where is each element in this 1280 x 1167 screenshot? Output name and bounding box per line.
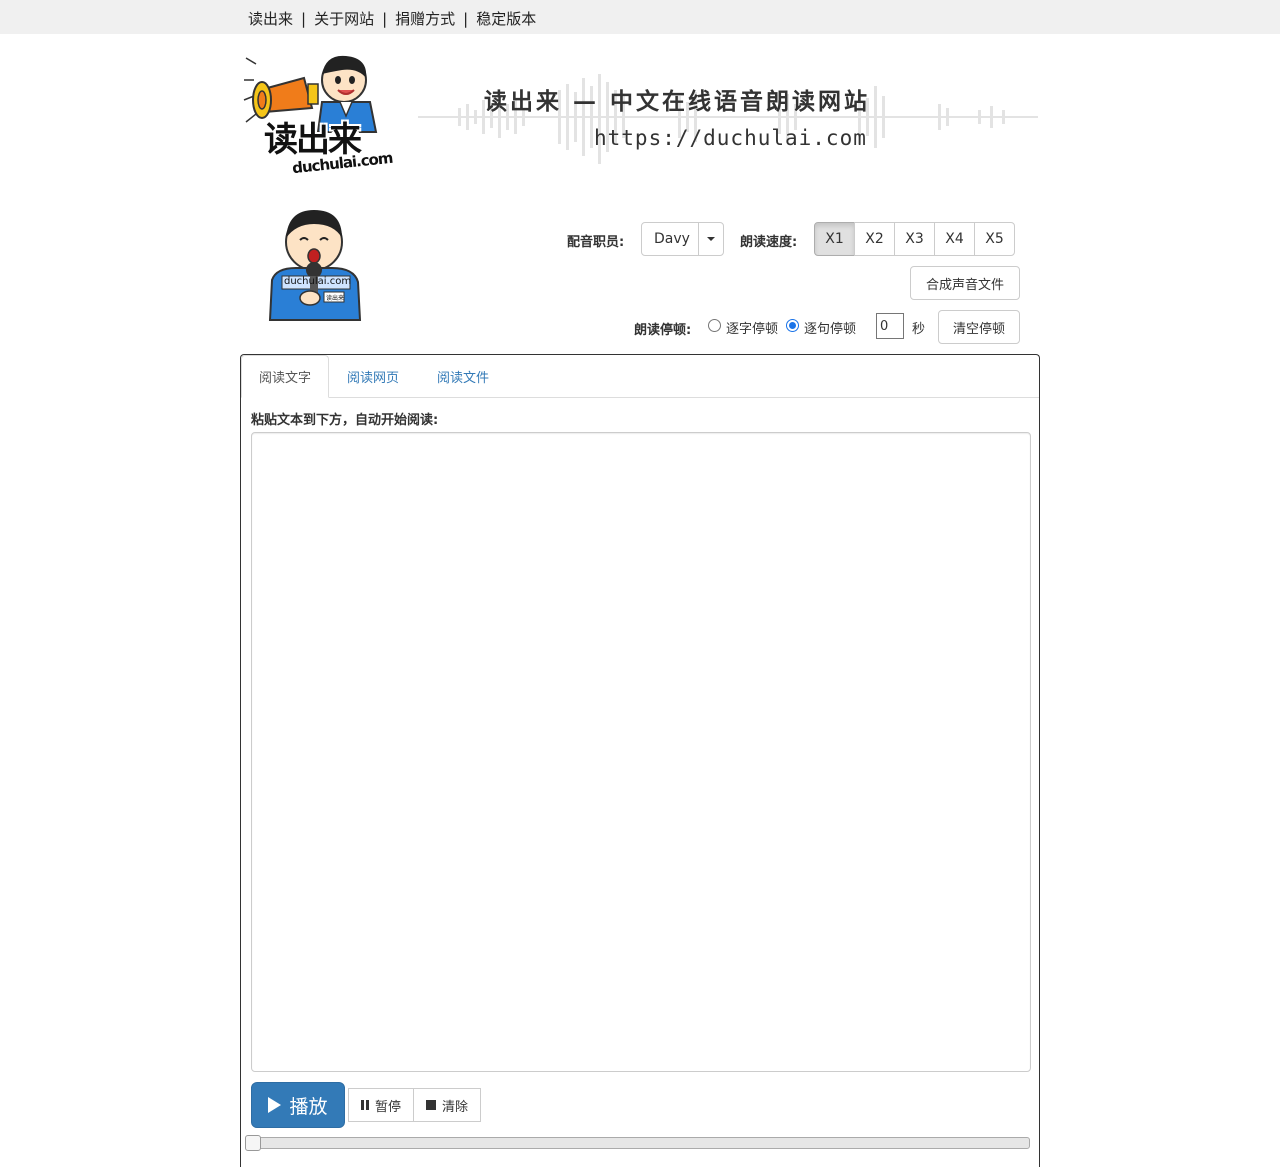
tab-read-file[interactable]: 阅读文件 — [437, 355, 489, 398]
progress-slider-handle[interactable] — [245, 1135, 261, 1151]
clear-pause-button[interactable]: 清空停顿 — [938, 310, 1020, 344]
text-input-area[interactable] — [251, 432, 1031, 1072]
synthesize-audio-button[interactable]: 合成声音文件 — [910, 266, 1020, 300]
caret-down-icon — [707, 237, 715, 241]
site-logo[interactable]: 读出来 duchulai.com — [242, 50, 393, 180]
banner-url: https://duchulai.com — [594, 126, 867, 150]
pause-per-char-label: 逐字停顿 — [726, 322, 779, 337]
nav-separator: | — [382, 10, 388, 28]
nav-item-home[interactable]: 读出来 — [248, 10, 293, 28]
speed-button-x2[interactable]: X2 — [854, 222, 895, 256]
reporter-card-text: 读出来 — [326, 295, 345, 302]
speed-button-x4[interactable]: X4 — [934, 222, 975, 256]
reporter-avatar: duchulai.com 读出来 — [266, 206, 364, 324]
pause-per-sentence-label: 逐句停顿 — [804, 322, 857, 337]
voice-label: 配音职员: — [567, 235, 625, 250]
nav-separator: | — [463, 10, 469, 28]
voice-selected-value: Davy — [654, 231, 690, 247]
speed-button-group: X1 X2 X3 X4 X5 — [814, 222, 1015, 256]
stop-icon — [426, 1100, 437, 1110]
reporter-mascot-icon — [268, 210, 362, 321]
nav-item-stable-version[interactable]: 稳定版本 — [476, 10, 536, 28]
top-nav-links: 读出来 | 关于网站 | 捐赠方式 | 稳定版本 — [248, 8, 536, 29]
pause-per-char-radio[interactable] — [708, 319, 721, 332]
nav-item-donate[interactable]: 捐赠方式 — [395, 10, 455, 28]
pause-seconds-input[interactable] — [876, 313, 904, 339]
top-nav: 读出来 | 关于网站 | 捐赠方式 | 稳定版本 — [0, 0, 1280, 34]
clear-button[interactable]: 清除 — [413, 1088, 482, 1122]
pause-icon — [361, 1100, 369, 1110]
speed-button-x5[interactable]: X5 — [974, 222, 1015, 256]
nav-item-about[interactable]: 关于网站 — [314, 10, 374, 28]
speed-button-x1[interactable]: X1 — [814, 222, 855, 256]
speed-button-x3[interactable]: X3 — [894, 222, 935, 256]
tab-read-text[interactable]: 阅读文字 — [241, 355, 329, 398]
pause-per-sentence-radio[interactable] — [786, 319, 799, 332]
banner-title: 读出来 — 中文在线语音朗读网站 — [484, 88, 871, 115]
clear-button-label: 清除 — [442, 1099, 469, 1115]
tab-read-webpage[interactable]: 阅读网页 — [347, 355, 399, 398]
play-icon — [268, 1097, 282, 1113]
play-button-label: 播放 — [289, 1095, 328, 1118]
editor-hint: 粘贴文本到下方，自动开始阅读: — [251, 413, 439, 428]
pause-label: 朗读停顿: — [634, 323, 692, 338]
playback-progress-slider[interactable] — [245, 1135, 1030, 1151]
nav-separator: | — [301, 10, 307, 28]
reporter-badge-text: duchulai.com — [284, 276, 352, 287]
playback-control-group: 暂停 清除 — [348, 1088, 482, 1122]
pause-button[interactable]: 暂停 — [348, 1088, 415, 1122]
voice-dropdown-toggle[interactable] — [698, 223, 723, 255]
speed-label: 朗读速度: — [740, 235, 798, 250]
voice-select[interactable]: Davy — [641, 222, 724, 256]
play-button[interactable]: 播放 — [251, 1082, 345, 1128]
pause-button-label: 暂停 — [375, 1099, 402, 1115]
header-banner: 读出来 — 中文在线语音朗读网站 https://duchulai.com — [418, 70, 1040, 175]
reader-panel: 阅读文字 阅读网页 阅读文件 粘贴文本到下方，自动开始阅读: 播放 暂停 清除 — [240, 354, 1040, 1167]
pause-seconds-unit: 秒 — [912, 322, 926, 337]
